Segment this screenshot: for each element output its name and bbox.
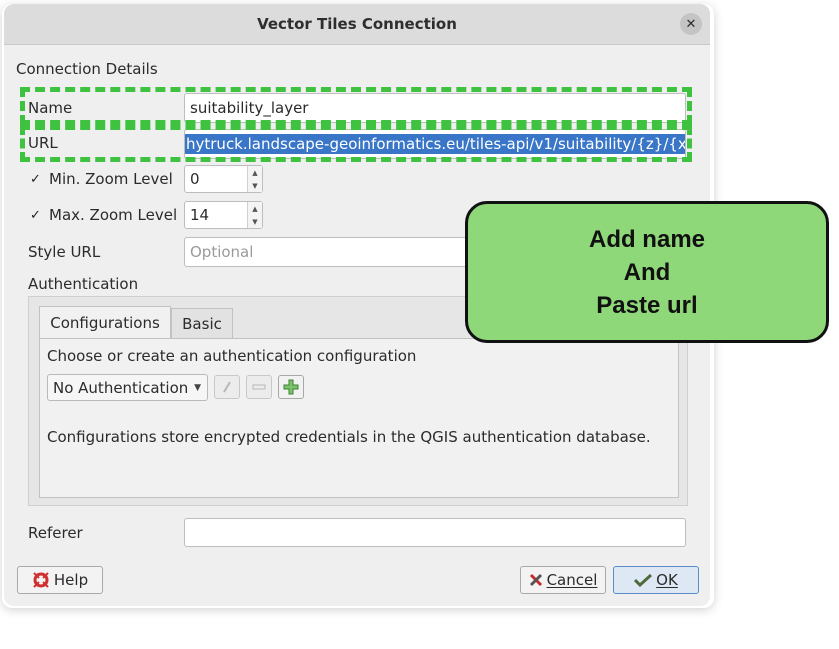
style-url-placeholder: Optional xyxy=(190,243,254,261)
cancel-button[interactable]: Cancel xyxy=(520,566,606,594)
auth-info-text: Configurations store encrypted credentia… xyxy=(47,428,651,446)
ok-check-icon xyxy=(634,573,653,587)
instruction-callout: Add name And Paste url xyxy=(465,201,829,343)
spin-down-icon[interactable]: ▼ xyxy=(252,218,257,226)
min-zoom-spinbox[interactable]: 0 ▲ ▼ xyxy=(184,165,263,193)
tab-basic[interactable]: Basic xyxy=(171,308,233,339)
spin-up-icon[interactable]: ▲ xyxy=(252,205,257,213)
spin-arrows[interactable]: ▲ ▼ xyxy=(247,166,262,192)
title-bar: Vector Tiles Connection ✕ xyxy=(4,4,710,45)
tab-configurations-label: Configurations xyxy=(50,314,160,332)
max-zoom-value: 14 xyxy=(190,206,210,224)
min-zoom-checkbox[interactable]: ✓ Min. Zoom Level xyxy=(30,170,173,188)
cancel-x-icon xyxy=(529,573,542,587)
name-row-highlight xyxy=(20,87,692,125)
auth-config-value: No Authentication xyxy=(53,378,189,397)
callout-line-1: Add name xyxy=(588,225,705,253)
callout-line-3: Paste url xyxy=(596,291,698,319)
cancel-button-label: Cancel xyxy=(546,571,598,589)
max-zoom-label: Max. Zoom Level xyxy=(49,206,178,224)
checkbox-check-icon: ✓ xyxy=(30,207,41,223)
url-row-highlight xyxy=(20,125,692,162)
style-url-label: Style URL xyxy=(28,243,101,261)
pencil-icon[interactable] xyxy=(214,375,240,399)
tab-basic-label: Basic xyxy=(182,315,222,333)
dialog-title: Vector Tiles Connection xyxy=(257,15,457,33)
max-zoom-spinbox[interactable]: 14 ▲ ▼ xyxy=(184,201,263,229)
spin-arrows[interactable]: ▲ ▼ xyxy=(247,202,262,228)
help-button[interactable]: Help xyxy=(17,566,103,594)
ok-button[interactable]: OK xyxy=(613,566,699,594)
ok-button-label: OK xyxy=(656,571,678,589)
plus-icon[interactable] xyxy=(278,375,304,399)
close-icon[interactable]: ✕ xyxy=(680,13,702,35)
minus-icon[interactable] xyxy=(246,375,272,399)
referer-input[interactable] xyxy=(184,518,686,547)
choose-config-text: Choose or create an authentication confi… xyxy=(47,347,417,365)
auth-config-combo[interactable]: No Authentication ▼ xyxy=(47,374,208,401)
tab-configurations[interactable]: Configurations xyxy=(39,306,171,339)
spin-down-icon[interactable]: ▼ xyxy=(252,182,257,190)
callout-line-2: And xyxy=(623,258,671,286)
max-zoom-checkbox[interactable]: ✓ Max. Zoom Level xyxy=(30,206,177,224)
chevron-down-icon: ▼ xyxy=(194,383,201,393)
min-zoom-value: 0 xyxy=(190,170,200,188)
referer-label: Referer xyxy=(28,524,83,542)
checkbox-check-icon: ✓ xyxy=(30,171,41,187)
help-button-label: Help xyxy=(53,571,89,589)
connection-details-label: Connection Details xyxy=(16,60,158,78)
spin-up-icon[interactable]: ▲ xyxy=(252,169,257,177)
help-icon xyxy=(33,572,49,588)
min-zoom-label: Min. Zoom Level xyxy=(49,170,173,188)
authentication-label: Authentication xyxy=(28,275,139,293)
